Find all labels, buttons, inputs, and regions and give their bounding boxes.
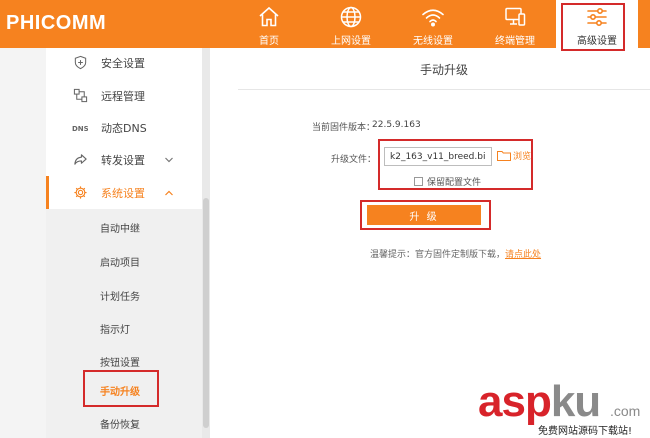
nav-wireless[interactable]: 无线设置 [392, 0, 474, 48]
firmware-version: 22.5.9.163 [372, 120, 421, 130]
nav-devices[interactable]: 终端管理 [474, 0, 556, 48]
svg-text:DNS: DNS [72, 125, 88, 133]
sidebar-subitem-relay[interactable]: 自动中继 [46, 209, 202, 243]
sidebar-item-label: 系统设置 [101, 186, 145, 200]
sidebar-item-system[interactable]: 系统设置 [46, 176, 202, 209]
sidebar-item-label: 动态DNS [101, 121, 147, 135]
browse-label: 浏览 [513, 152, 532, 162]
globe-icon [340, 6, 362, 28]
sidebar-scroll-thumb[interactable] [203, 198, 209, 428]
top-header: PHICOMM 首页 上网设置 无线设置 终端管理 高级设置 [0, 0, 650, 51]
tip-link[interactable]: 请点此处 [505, 250, 541, 260]
shield-icon [72, 55, 88, 71]
sidebar-scrollbar[interactable] [202, 48, 210, 438]
sidebar-item-forward[interactable]: 转发设置 [46, 143, 202, 176]
nav-advanced-label: 高级设置 [577, 36, 617, 47]
forward-icon [72, 152, 88, 168]
sidebar-subitem-led[interactable]: 指示灯 [46, 310, 202, 344]
file-label: 升级文件： [331, 155, 377, 165]
sliders-icon [587, 7, 607, 27]
sidebar-item-label: 远程管理 [101, 89, 145, 103]
firmware-label: 当前固件版本： [312, 123, 376, 133]
nav-wireless-label: 无线设置 [413, 36, 453, 47]
asp-ku-watermark: aspku .com 免费网站源码下载站! [478, 377, 641, 438]
sidebar-item-remote[interactable]: 远程管理 [46, 79, 202, 112]
keep-config-option[interactable]: 保留配置文件 [414, 175, 481, 188]
nav-advanced[interactable]: 高级设置 [556, 0, 638, 51]
page-title: 手动升级 [419, 63, 468, 77]
chevron-down-icon [165, 157, 173, 162]
sidebar-item-ddns[interactable]: DNS 动态DNS [46, 111, 202, 144]
phicomm-logo: PHICOMM [6, 12, 107, 34]
keep-config-label: 保留配置文件 [427, 178, 482, 188]
nav-internet[interactable]: 上网设置 [310, 0, 392, 48]
nav-home-label: 首页 [259, 36, 279, 47]
browse-button[interactable]: 浏览 [497, 149, 531, 162]
sidebar-subitem-backup[interactable]: 备份恢复 [46, 405, 202, 438]
title-divider [238, 89, 650, 90]
tip-text: 温馨提示：官方固件定制版下载，请点此处 [370, 250, 542, 260]
folder-icon [497, 151, 511, 161]
gear-icon [72, 185, 88, 201]
sidebar-item-label: 转发设置 [101, 153, 145, 167]
upgrade-button[interactable]: 升 级 [367, 205, 481, 225]
sidebar-subitem-startup[interactable]: 启动项目 [46, 243, 202, 277]
sidebar-item-label: 安全设置 [101, 56, 145, 70]
dns-icon: DNS [72, 120, 88, 136]
remote-icon [72, 88, 88, 104]
sidebar-item-security[interactable]: 安全设置 [46, 46, 202, 79]
keep-config-checkbox[interactable] [414, 177, 423, 186]
home-icon [259, 6, 279, 27]
nav-devices-label: 终端管理 [495, 36, 535, 47]
upgrade-file-input[interactable] [384, 147, 492, 166]
top-nav: 首页 上网设置 无线设置 终端管理 高级设置 [228, 0, 638, 51]
chevron-up-icon [165, 190, 173, 195]
devices-icon [505, 7, 526, 26]
sidebar-subitem-manual-upgrade[interactable]: 手动升级 [46, 372, 202, 406]
wifi-icon [422, 9, 444, 27]
nav-internet-label: 上网设置 [331, 36, 371, 47]
sidebar-subitem-schedule[interactable]: 计划任务 [46, 277, 202, 311]
nav-home[interactable]: 首页 [228, 0, 310, 48]
